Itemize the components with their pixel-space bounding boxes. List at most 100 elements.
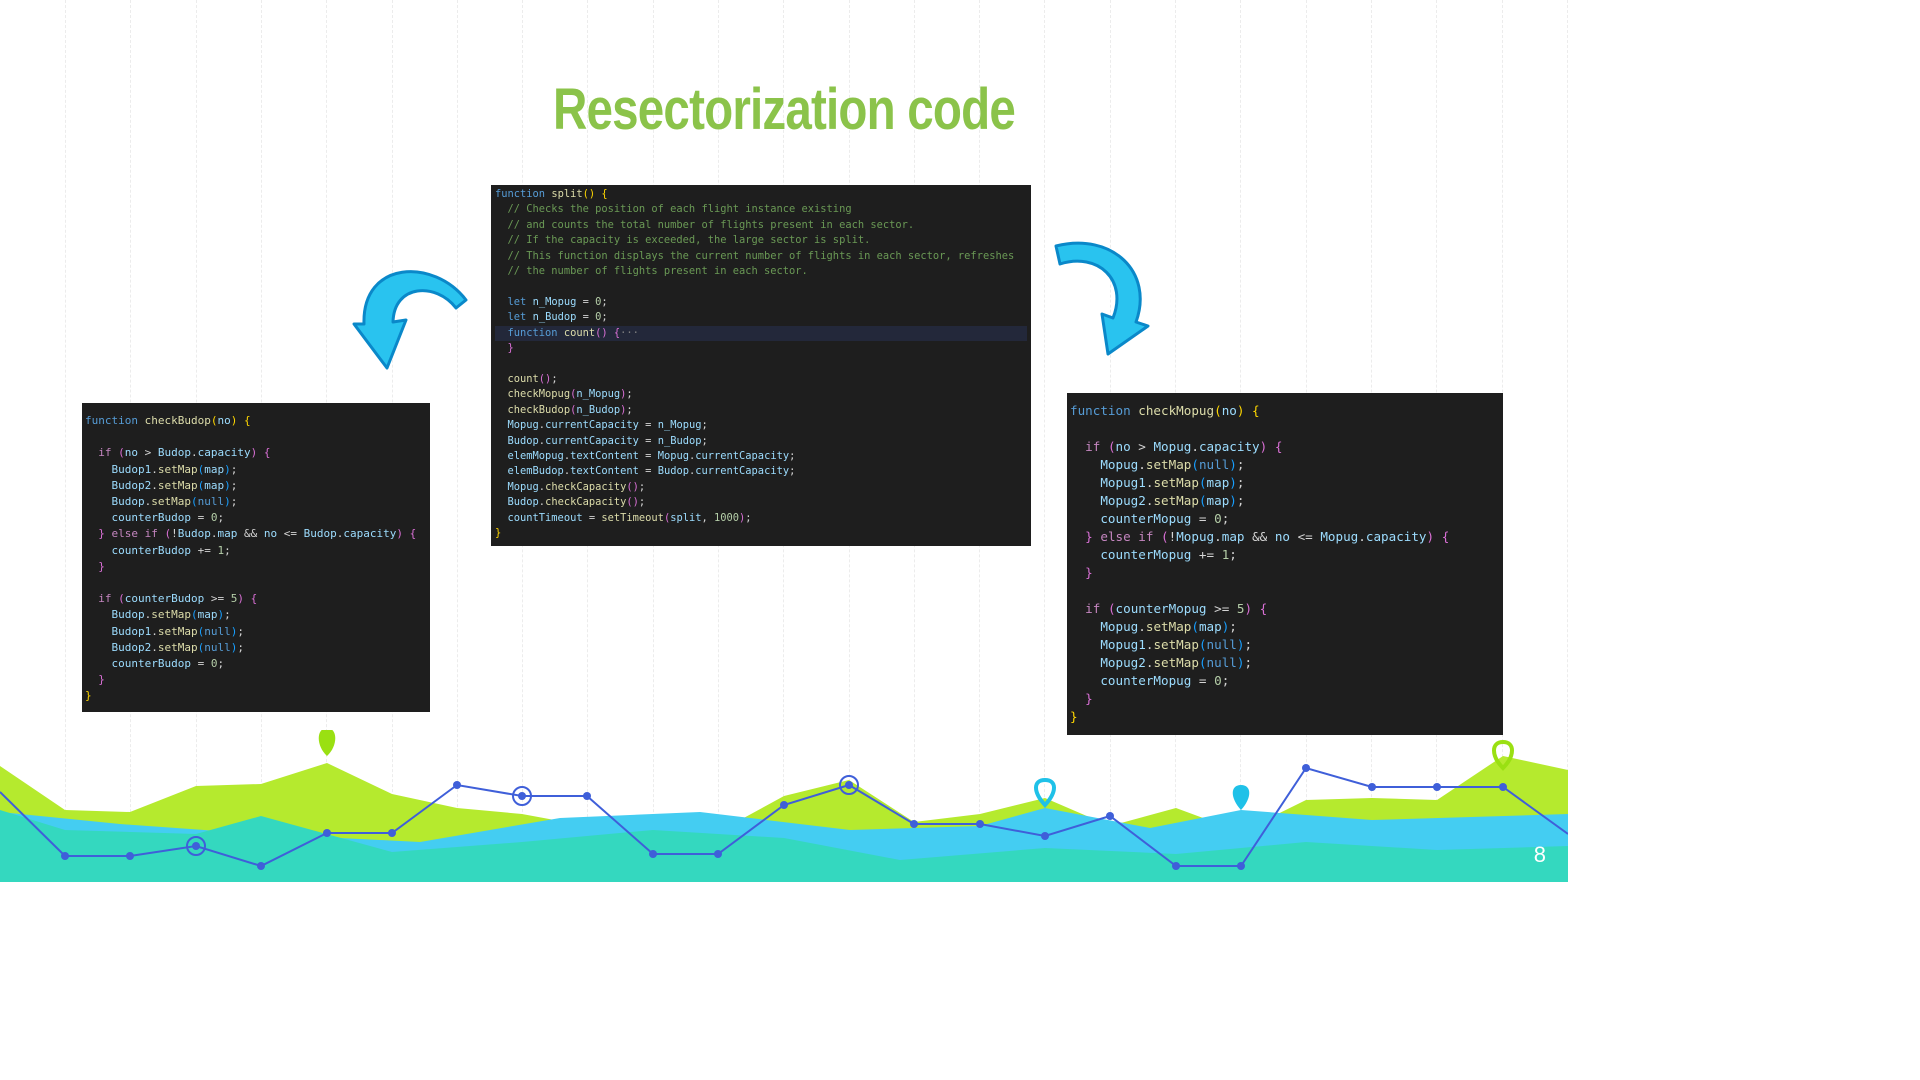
code-token: >: [138, 446, 158, 460]
code-token: >=: [1206, 601, 1237, 616]
code-line: [495, 356, 1027, 371]
code-token: .: [151, 624, 158, 638]
code-token: (): [538, 372, 552, 385]
code-token: Budop: [177, 527, 211, 541]
code-token: n_Budop: [657, 434, 702, 447]
code-token: Mopug1: [1100, 475, 1146, 490]
code-line: counterBudop = 0;: [85, 656, 427, 672]
code-token: ···: [620, 326, 639, 339]
code-line: // This function displays the current nu…: [495, 249, 1027, 264]
code-token: .: [1191, 439, 1199, 454]
code-line: countTimeout = setTimeout(split, 1000);: [495, 511, 1027, 526]
code-token: ): [1426, 529, 1435, 544]
code-token: (: [1107, 439, 1116, 454]
code-token: checkBudop: [144, 414, 211, 427]
code-token: checkMopug: [507, 388, 571, 401]
code-token: elemMopug: [507, 449, 564, 462]
code-token: .: [151, 462, 158, 476]
code-line: count();: [495, 372, 1027, 387]
code-token: counterBudop: [124, 592, 205, 606]
code-token: >=: [204, 592, 231, 606]
code-line: function count() {···: [495, 325, 1027, 342]
code-token: capacity: [343, 527, 397, 541]
code-line: }: [85, 559, 427, 575]
code-token: +=: [190, 543, 218, 557]
code-token: ;: [1244, 655, 1253, 670]
code-token: let: [507, 311, 527, 324]
code-token: function: [495, 188, 546, 200]
code-token: else if: [1100, 529, 1154, 544]
code-token: ): [224, 478, 231, 492]
code-line: elemBudop.textContent = Budop.currentCap…: [495, 464, 1027, 479]
code-token: setMap: [1145, 619, 1192, 634]
code-token: .: [151, 478, 158, 492]
code-line: // the number of flights present in each…: [495, 264, 1027, 279]
code-token: =: [582, 511, 602, 524]
code-token: null: [1206, 637, 1237, 652]
code-token: no: [217, 414, 231, 427]
code-token: ,: [701, 511, 714, 524]
code-token: setMap: [157, 624, 198, 638]
code-token: ): [396, 527, 403, 541]
code-token: map: [217, 527, 238, 541]
code-token: ;: [1236, 475, 1245, 490]
code-token: 1000: [714, 511, 740, 524]
code-token: }: [1085, 565, 1093, 580]
code-token: =: [576, 311, 596, 324]
code-token: ;: [1221, 511, 1230, 526]
code-line: // and counts the total number of flight…: [495, 218, 1027, 233]
code-line: [85, 575, 427, 591]
code-token: n_Budop: [532, 311, 577, 324]
code-line: [1070, 420, 1500, 438]
code-token: ;: [237, 640, 244, 654]
code-line: Mopug.checkCapacity();: [495, 480, 1027, 495]
code-token: Budop1: [111, 462, 152, 476]
code-token: split: [670, 511, 702, 524]
code-token: (: [1198, 637, 1207, 652]
code-line: } else if (!Mopug.map && no <= Mopug.cap…: [1070, 528, 1500, 546]
code-token: checkMopug: [1138, 403, 1215, 418]
code-token: Mopug: [1176, 529, 1215, 544]
code-line: }: [1070, 564, 1500, 582]
code-line: checkBudop(n_Budop);: [495, 403, 1027, 418]
code-token: =: [638, 449, 658, 462]
code-token: n_Mopug: [657, 419, 702, 432]
code-line: Mopug1.setMap(map);: [1070, 474, 1500, 492]
code-token: (): [626, 480, 639, 493]
code-token: (: [191, 495, 198, 509]
code-token: if: [98, 446, 112, 460]
code-token: setMap: [1153, 655, 1199, 670]
code-token: Budop: [303, 527, 337, 541]
code-token: else if: [111, 527, 158, 541]
code-token: capacity: [1198, 439, 1260, 454]
code-token: // Checks the position of each flight in…: [507, 203, 852, 216]
code-token: }: [98, 673, 105, 687]
code-token: ): [1244, 601, 1253, 616]
code-token: ;: [601, 295, 608, 308]
code-token: ): [224, 495, 231, 509]
code-token: count: [563, 326, 596, 339]
code-line: Budop.checkCapacity();: [495, 495, 1027, 510]
code-token: ): [237, 592, 244, 606]
code-token: }: [1085, 691, 1093, 706]
code-token: setTimeout: [601, 511, 664, 524]
code-token: Mopug: [1320, 529, 1359, 544]
